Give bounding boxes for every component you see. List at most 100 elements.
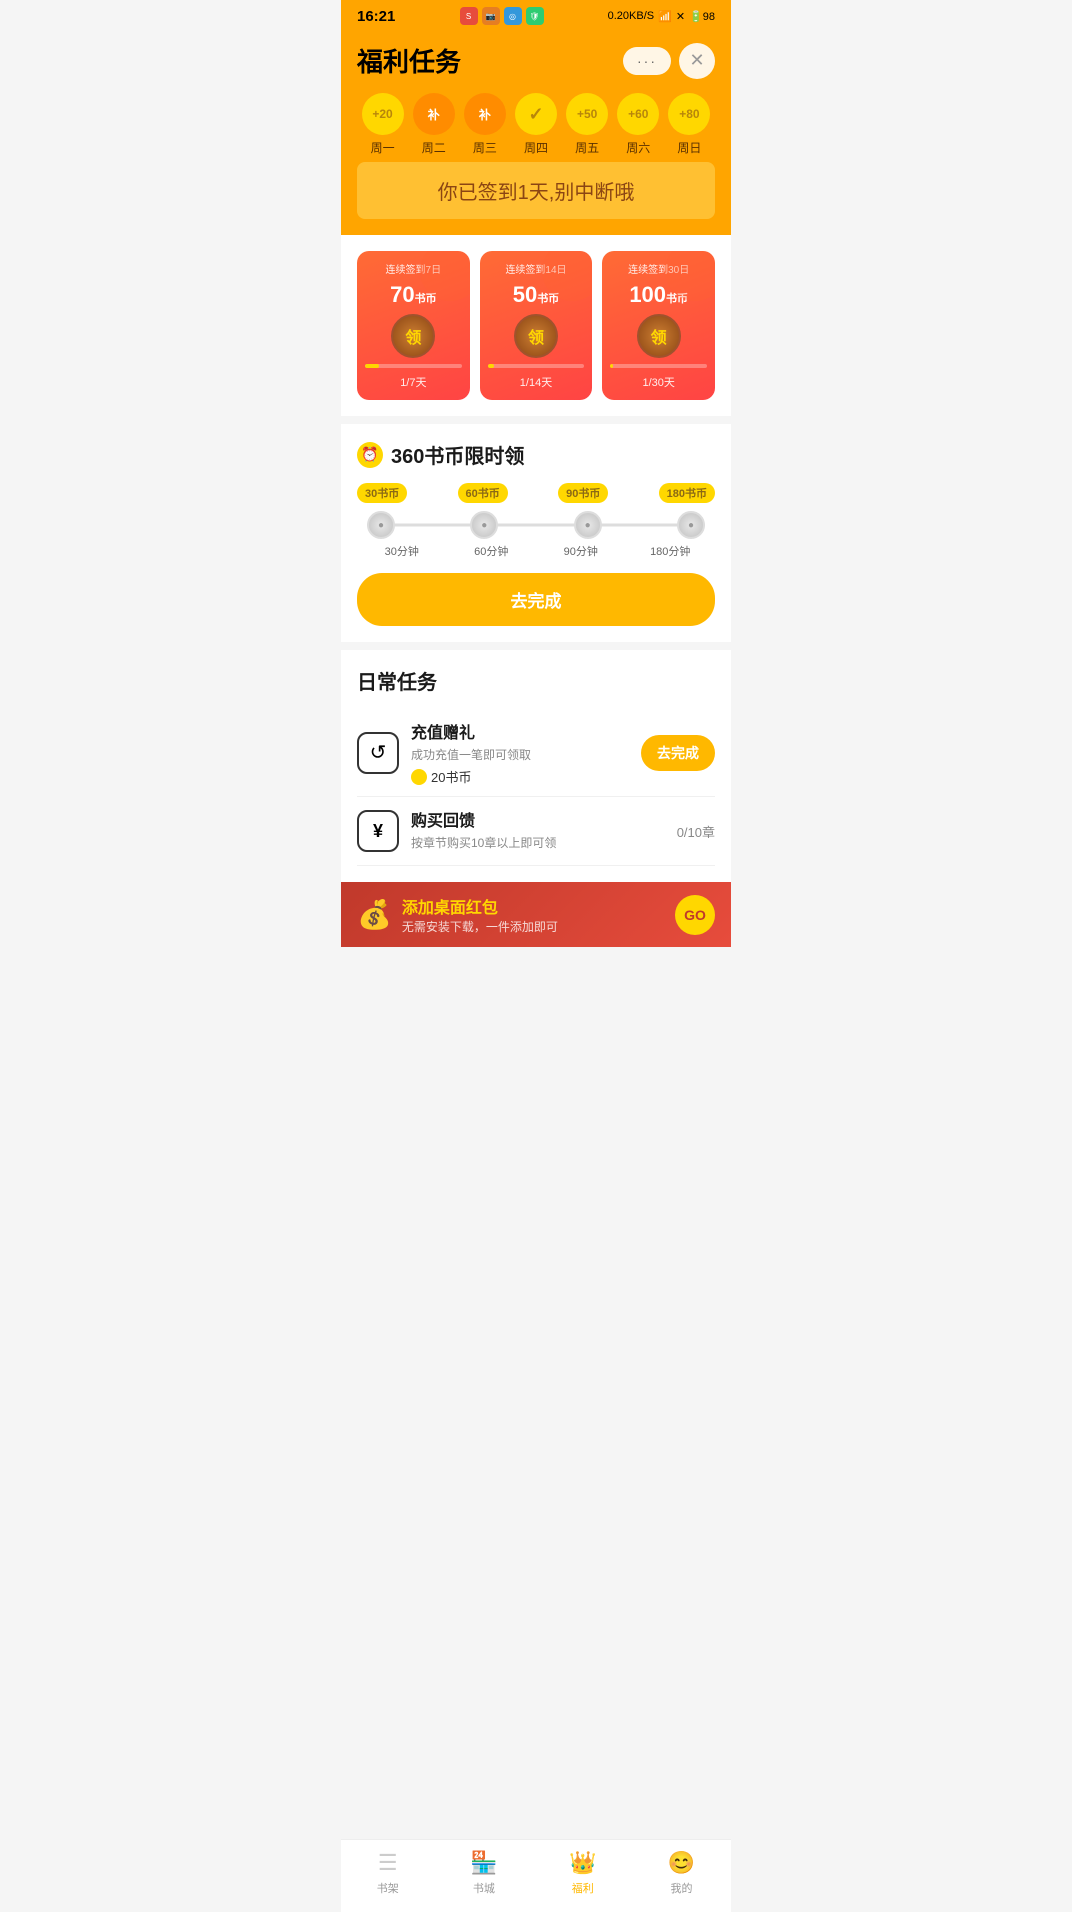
signal-icon: ✕ — [676, 10, 685, 23]
banner-subtitle: 无需安装下载，一件添加即可 — [402, 918, 675, 935]
more-button[interactable]: ··· — [623, 47, 671, 75]
nav-label-mine: 我的 — [671, 1880, 693, 1896]
time-reading-title: ⏰ 360书币限时领 — [357, 440, 715, 469]
timeline-label: 30分钟 — [357, 543, 447, 559]
day-badge: 补 — [464, 93, 506, 135]
task-recharge-coins: 20书币 — [411, 767, 629, 786]
reward-days: 1/14天 — [520, 374, 552, 390]
task-recharge-icon: ↺ — [357, 732, 399, 774]
milestone-item: 30书币 — [357, 483, 407, 503]
bookstore-icon: 🏪 — [470, 1850, 497, 1876]
reward-card-title: 连续签到7日 — [386, 261, 442, 276]
day-badge: 补 — [413, 93, 455, 135]
complete-reading-button[interactable]: 去完成 — [357, 573, 715, 626]
milestone-badge: 60书币 — [458, 483, 508, 503]
timeline-label: 90分钟 — [536, 543, 626, 559]
task-purchase: ¥ 购买回馈 按章节购买10章以上即可领 0/10章 — [357, 797, 715, 866]
nav-item-mine[interactable]: 😊 我的 — [668, 1850, 695, 1896]
task-recharge-name: 充值赠礼 — [411, 719, 629, 743]
timeline-node: ● — [677, 511, 705, 539]
nav-item-welfare[interactable]: 👑 福利 — [569, 1850, 596, 1896]
reward-card-coins: 100书币 — [629, 282, 688, 308]
day-label: 周一 — [371, 139, 395, 156]
reward-card-coins: 70书币 — [390, 282, 436, 308]
timeline-nodes: ●●●● — [367, 511, 705, 539]
welfare-icon: 👑 — [569, 1850, 596, 1876]
day-badge: ✓ — [515, 93, 557, 135]
nav-label-welfare: 福利 — [572, 1880, 594, 1896]
nav-item-bookstore[interactable]: 🏪 书城 — [470, 1850, 497, 1896]
reward-card: 连续签到14日 50书币 领 1/14天 — [480, 251, 593, 400]
reward-card-coins: 50书币 — [513, 282, 559, 308]
day-label: 周二 — [422, 139, 446, 156]
day-item: +50 周五 — [562, 93, 613, 156]
close-button[interactable]: ✕ — [679, 43, 715, 79]
milestone-item: 180书币 — [659, 483, 715, 503]
timeline-label: 180分钟 — [626, 543, 716, 559]
task-recharge: ↺ 充值赠礼 成功充值一笔即可领取 20书币 去完成 — [357, 709, 715, 797]
milestone-badge: 90书币 — [558, 483, 608, 503]
nav-item-bookshelf[interactable]: ☰ 书架 — [377, 1850, 399, 1896]
day-item: 补周二 — [408, 93, 459, 156]
day-label: 周五 — [575, 139, 599, 156]
time-reading-section: ⏰ 360书币限时领 30书币60书币90书币180书币 ●●●● 30分钟60… — [341, 424, 731, 642]
app-icon-3: ◎ — [504, 7, 522, 25]
page-title: 福利任务 — [357, 42, 461, 79]
banner-go-button[interactable]: GO — [675, 895, 715, 935]
milestones-row: 30书币 60书币 90书币 180书币 — [357, 483, 715, 503]
timeline-label: 60分钟 — [447, 543, 537, 559]
network-speed: 0.20KB/S — [608, 10, 655, 22]
day-item: ✓ 周四 — [510, 93, 561, 156]
task-purchase-name: 购买回馈 — [411, 807, 665, 831]
reward-card: 连续签到7日 70书币 领 1/7天 — [357, 251, 470, 400]
reward-cards: 连续签到7日 70书币 领 1/7天 连续签到14日 50书币 领 1/14天 … — [341, 235, 731, 416]
milestone-badge: 30书币 — [357, 483, 407, 503]
day-item: 补周三 — [459, 93, 510, 156]
nav-label-bookstore: 书城 — [473, 1880, 495, 1896]
task-recharge-desc: 成功充值一笔即可领取 — [411, 746, 629, 763]
day-badge: +60 — [617, 93, 659, 135]
day-label: 周六 — [626, 139, 650, 156]
header-actions: ··· ✕ — [623, 43, 715, 79]
banner-money-icon: 💰 — [357, 898, 392, 931]
milestone-item: 60书币 — [458, 483, 508, 503]
timeline-node: ● — [574, 511, 602, 539]
reward-card-title: 连续签到14日 — [505, 261, 566, 276]
reward-card-title: 连续签到30日 — [628, 261, 689, 276]
day-label: 周三 — [473, 139, 497, 156]
header: 福利任务 ··· ✕ — [341, 32, 731, 93]
status-time: 16:21 — [357, 8, 395, 25]
task-purchase-info: 购买回馈 按章节购买10章以上即可领 — [411, 807, 665, 855]
days-row: +20周一补周二补周三✓周四+50周五+60周六+80周日 — [357, 93, 715, 156]
status-bar: 16:21 S 📷 ◎ 🛡 0.20KB/S 📶 ✕ 🔋98 — [341, 0, 731, 32]
task-purchase-icon: ¥ — [357, 810, 399, 852]
bookshelf-icon: ☰ — [378, 1850, 398, 1876]
reward-days: 1/30天 — [642, 374, 674, 390]
task-purchase-progress: 0/10章 — [677, 822, 715, 841]
timeline-labels: 30分钟60分钟90分钟180分钟 — [357, 543, 715, 559]
day-label: 周日 — [677, 139, 701, 156]
milestone-badge: 180书币 — [659, 483, 715, 503]
task-recharge-button[interactable]: 去完成 — [641, 735, 715, 771]
reward-claim-button[interactable]: 领 — [514, 314, 558, 358]
desktop-banner[interactable]: 💰 添加桌面红包 无需安装下载，一件添加即可 GO — [341, 882, 731, 947]
timeline: ●●●● — [357, 511, 715, 539]
reward-claim-button[interactable]: 领 — [637, 314, 681, 358]
reward-progress-bar — [365, 364, 462, 368]
task-purchase-desc: 按章节购买10章以上即可领 — [411, 834, 665, 851]
day-label: 周四 — [524, 139, 548, 156]
clock-icon: ⏰ — [357, 442, 383, 468]
checkin-message: 你已签到1天,别中断哦 — [357, 162, 715, 219]
banner-text: 添加桌面红包 无需安装下载，一件添加即可 — [402, 894, 675, 935]
daily-tasks-section: 日常任务 ↺ 充值赠礼 成功充值一笔即可领取 20书币 去完成 ¥ 购买回馈 按… — [341, 650, 731, 882]
reward-claim-button[interactable]: 领 — [391, 314, 435, 358]
daily-tasks-title: 日常任务 — [357, 666, 715, 695]
status-right-icons: 0.20KB/S 📶 ✕ 🔋98 — [608, 10, 715, 23]
nav-label-bookshelf: 书架 — [377, 1880, 399, 1896]
bottom-nav: ☰ 书架 🏪 书城 👑 福利 😊 我的 — [341, 1839, 731, 1912]
day-badge: +50 — [566, 93, 608, 135]
status-app-icons: S 📷 ◎ 🛡 — [460, 7, 544, 25]
checkin-section: +20周一补周二补周三✓周四+50周五+60周六+80周日 你已签到1天,别中断… — [341, 93, 731, 235]
page-content: +20周一补周二补周三✓周四+50周五+60周六+80周日 你已签到1天,别中断… — [341, 93, 731, 1017]
timeline-node: ● — [470, 511, 498, 539]
